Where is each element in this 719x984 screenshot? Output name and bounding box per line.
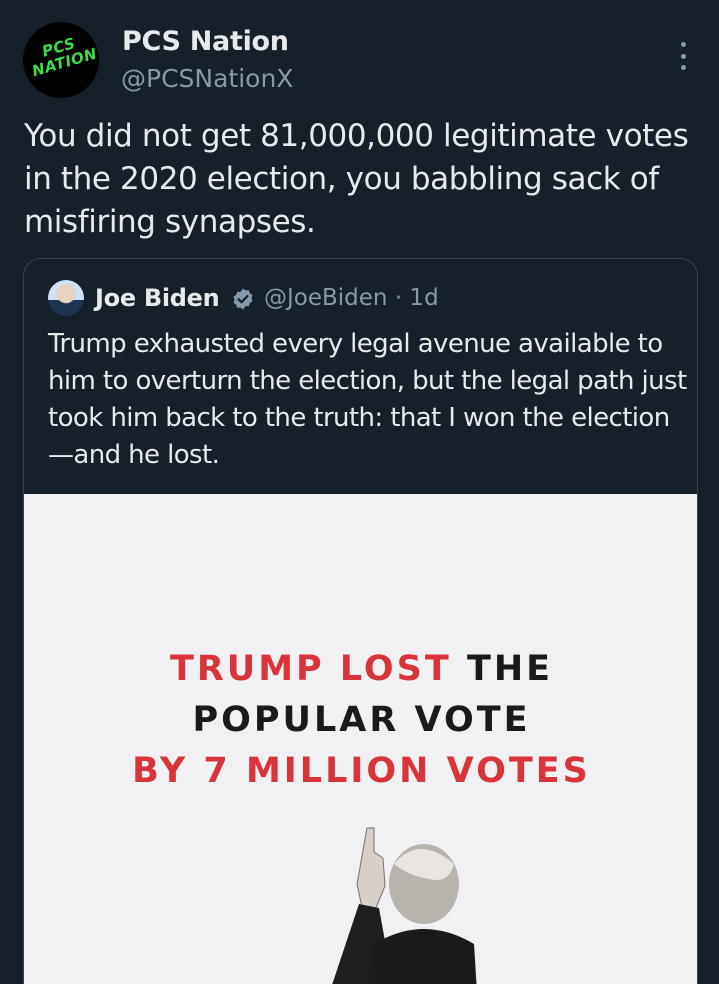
figure-silhouette [332,827,477,984]
quoted-tweet[interactable]: Joe Biden @JoeBiden · 1d Trump exhausted… [23,258,698,984]
quoted-media-image[interactable]: TRUMP LOST THE POPULAR VOTE BY 7 MILLION… [24,494,697,984]
tweet-page: PCS NATION PCS Nation @PCSNationX You di… [0,0,719,984]
headline-line-3: BY 7 MILLION VOTES [132,751,591,791]
headline-red-text: TRUMP LOST [169,649,452,689]
tweet-header: PCS NATION PCS Nation @PCSNationX [23,22,703,102]
verified-badge-icon [233,288,253,310]
author-name[interactable]: PCS Nation [122,26,289,57]
quoted-text: Trump exhausted every legal avenue avail… [48,329,687,470]
tweet-text: You did not get 81,000,000 legitimate vo… [24,118,689,240]
quoted-handle-time[interactable]: @JoeBiden · 1d [264,285,439,311]
quoted-avatar[interactable] [48,280,84,316]
media-headline: TRUMP LOST THE POPULAR VOTE BY 7 MILLION… [24,644,697,797]
author-handle[interactable]: @PCSNationX [121,64,293,93]
headline-dark-text: THE [466,649,554,689]
headline-line-2: POPULAR VOTE [192,700,531,740]
avatar-logo-text: PCS NATION [29,34,99,81]
author-avatar[interactable]: PCS NATION [23,22,99,98]
quoted-author-name[interactable]: Joe Biden [95,284,220,312]
more-icon[interactable] [671,40,695,72]
headline-line-1: TRUMP LOST THE [24,644,697,695]
